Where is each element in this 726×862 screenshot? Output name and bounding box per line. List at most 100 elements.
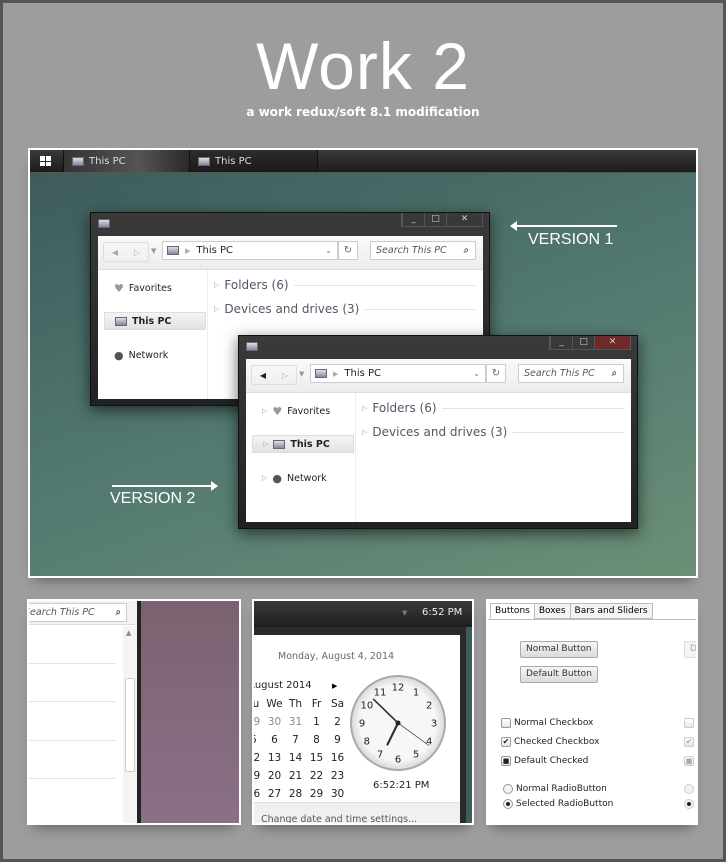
calendar-day[interactable]: 12 <box>254 749 264 767</box>
sidebar-item[interactable]: ♥ Favorites <box>104 279 206 297</box>
caption-buttons: _ □ ✕ <box>549 336 631 350</box>
clock-numeral: 12 <box>392 683 405 694</box>
close-button[interactable]: ✕ <box>594 336 630 349</box>
sidebar-item[interactable]: ▷ ♥ Favorites <box>252 402 354 420</box>
navigation-bar: ◀ ▷ ▼ ▶ This PC ⌄ ↻ Search This PC ⌕ <box>246 359 631 393</box>
normal-checkbox[interactable]: Normal Checkbox <box>501 718 593 728</box>
calendar-day[interactable]: 1 <box>306 713 327 731</box>
tray-clock[interactable]: 6:52 PM <box>422 607 462 618</box>
maximize-button[interactable]: □ <box>572 336 594 349</box>
calendar-day[interactable]: 23 <box>327 767 348 785</box>
group-header[interactable]: ▷ Folders (6) <box>214 278 476 292</box>
disabled-checkbox: D <box>684 718 696 728</box>
sidebar-item[interactable]: ▷ ● Network <box>252 469 354 487</box>
search-input[interactable]: Search This PC ⌕ <box>29 603 127 622</box>
calendar-day[interactable]: 9 <box>327 731 348 749</box>
expand-icon[interactable]: ▷ <box>214 281 219 289</box>
refresh-button[interactable]: ↻ <box>338 241 358 260</box>
calendar-day[interactable]: 5 <box>254 731 264 749</box>
calendar-day[interactable]: 28 <box>285 785 306 803</box>
normal-radio[interactable]: Normal RadioButton <box>503 784 607 794</box>
calendar-day[interactable]: 26 <box>254 785 264 803</box>
sidebar-item[interactable]: This PC <box>104 312 206 330</box>
month-title[interactable]: August 2014 <box>254 680 312 691</box>
group-header[interactable]: ▷ Devices and drives (3) <box>214 302 476 316</box>
calendar-day[interactable]: 2 <box>327 713 348 731</box>
close-button[interactable]: ✕ <box>446 213 482 226</box>
expand-icon[interactable]: ▷ <box>362 428 367 436</box>
scroll-up-icon[interactable]: ▲ <box>126 629 131 637</box>
calendar-day[interactable]: 20 <box>264 767 285 785</box>
address-bar[interactable]: ▶ This PC ⌄ <box>162 241 338 260</box>
selected-radio[interactable]: Selected RadioButton <box>503 799 613 809</box>
forward-button[interactable]: ▷ <box>282 371 288 380</box>
checked-checkbox[interactable]: ✔ Checked Checkbox <box>501 737 599 747</box>
tray-chevron-icon[interactable]: ▼ <box>402 609 407 617</box>
calendar-day[interactable]: 14 <box>285 749 306 767</box>
next-month-icon[interactable]: ▶ <box>332 682 337 690</box>
calendar-day[interactable]: 8 <box>306 731 327 749</box>
chevron-down-icon[interactable]: ⌄ <box>325 246 332 255</box>
checkbox-unchecked[interactable] <box>501 718 511 728</box>
calendar-day[interactable]: 27 <box>264 785 285 803</box>
minimize-button[interactable]: _ <box>402 213 424 226</box>
chevron-down-icon[interactable]: ⌄ <box>473 369 480 378</box>
calendar-day[interactable]: 7 <box>285 731 306 749</box>
computer-icon <box>115 316 127 326</box>
sidebar-item[interactable]: ● Network <box>104 346 206 364</box>
date-heading[interactable]: Monday, August 4, 2014 <box>278 651 394 662</box>
calendar-day[interactable]: 29 <box>306 785 327 803</box>
back-button[interactable]: ◀ <box>260 371 266 380</box>
calendar-day[interactable]: 31 <box>285 713 306 731</box>
checkmark-icon[interactable]: ✔ <box>501 737 511 747</box>
tab-buttons[interactable]: Buttons <box>490 603 535 619</box>
scrollbar[interactable]: ▲ <box>123 626 137 823</box>
minimize-button[interactable]: _ <box>550 336 572 349</box>
radio-unselected[interactable] <box>503 784 513 794</box>
calendar-day[interactable]: 21 <box>285 767 306 785</box>
taskbar-item[interactable]: This PC <box>63 150 190 172</box>
recent-dropdown-icon[interactable]: ▼ <box>151 247 156 255</box>
calendar-day[interactable]: 22 <box>306 767 327 785</box>
calendar-day[interactable]: 13 <box>264 749 285 767</box>
taskbar-item[interactable]: This PC <box>190 150 318 172</box>
calendar-day[interactable]: 29 <box>254 713 264 731</box>
calendar-day[interactable]: 6 <box>264 731 285 749</box>
search-input[interactable]: Search This PC ⌕ <box>370 241 476 260</box>
forward-button[interactable]: ▷ <box>134 248 140 257</box>
windows-logo-icon[interactable] <box>40 156 51 166</box>
calendar-day[interactable]: 30 <box>264 713 285 731</box>
default-checked-checkbox[interactable]: ■ Default Checked <box>501 756 588 766</box>
calendar-day[interactable]: 19 <box>254 767 264 785</box>
sidebar-item[interactable]: ▷ This PC <box>252 435 354 453</box>
refresh-button[interactable]: ↻ <box>486 364 506 383</box>
normal-button[interactable]: Normal Button <box>520 641 598 658</box>
desktop-screenshot: This PC This PC VERSION 1 VERSION 2 _ □ ✕ … <box>28 148 698 578</box>
expand-icon[interactable]: ▷ <box>362 404 367 412</box>
tab-boxes[interactable]: Boxes <box>533 603 571 619</box>
tab-bars-sliders[interactable]: Bars and Sliders <box>569 603 653 619</box>
search-icon[interactable]: ⌕ <box>116 604 121 621</box>
address-bar[interactable]: ▶ This PC ⌄ <box>310 364 486 383</box>
expand-icon[interactable]: ▷ <box>214 305 219 313</box>
group-header[interactable]: ▷ Devices and drives (3) <box>362 425 624 439</box>
computer-icon <box>273 439 286 449</box>
search-input[interactable]: Search This PC ⌕ <box>518 364 624 383</box>
group-header[interactable]: ▷ Folders (6) <box>362 401 624 415</box>
maximize-button[interactable]: □ <box>424 213 446 226</box>
change-settings-link[interactable]: Change date and time settings... <box>261 814 417 823</box>
weekday-header: We <box>266 698 283 710</box>
radio-selected[interactable] <box>503 799 513 809</box>
calendar-day[interactable]: 30 <box>327 785 348 803</box>
checkbox-indeterminate[interactable]: ■ <box>501 756 511 766</box>
thumb-clock: ▼ 6:52 PM Monday, August 4, 2014 August … <box>252 599 474 825</box>
disabled-checked-checkbox: ✔D <box>684 737 694 747</box>
calendar-day[interactable]: 16 <box>327 749 348 767</box>
scrollbar-thumb[interactable] <box>125 678 135 772</box>
search-icon[interactable]: ⌕ <box>464 242 469 259</box>
default-button[interactable]: Default Button <box>520 666 598 683</box>
search-icon[interactable]: ⌕ <box>612 365 617 382</box>
calendar-day[interactable]: 15 <box>306 749 327 767</box>
recent-dropdown-icon[interactable]: ▼ <box>299 370 304 378</box>
back-button[interactable]: ◀ <box>112 248 118 257</box>
